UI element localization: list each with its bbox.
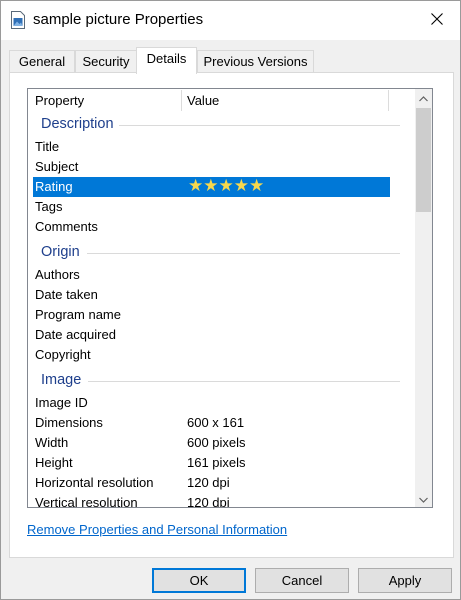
list-header: Property Value xyxy=(28,89,416,113)
property-row-subject[interactable]: Subject xyxy=(33,157,389,177)
property-name: Dimensions xyxy=(35,415,103,430)
group-label: Origin xyxy=(41,244,80,260)
vertical-scrollbar[interactable] xyxy=(415,89,432,507)
property-value: 600 x 161 xyxy=(187,415,245,430)
property-row-date-acquired[interactable]: Date acquired xyxy=(33,325,389,345)
property-row-title[interactable]: Title xyxy=(33,137,389,157)
property-row-tags[interactable]: Tags xyxy=(33,197,389,217)
property-name: Tags xyxy=(35,199,63,214)
property-name: Copyright xyxy=(35,347,91,362)
apply-button[interactable]: Apply xyxy=(358,568,452,593)
property-value: 120 dpi xyxy=(187,475,230,490)
property-row-copyright[interactable]: Copyright xyxy=(33,345,389,365)
group-label: Description xyxy=(41,116,114,132)
column-divider[interactable] xyxy=(181,90,182,111)
property-row-date-taken[interactable]: Date taken xyxy=(33,285,389,305)
property-list[interactable]: Property Value Description Title Subject… xyxy=(27,88,433,508)
property-value: 600 pixels xyxy=(187,435,246,450)
property-name: Program name xyxy=(35,307,121,322)
rating-stars[interactable]: ★★★★★ xyxy=(188,176,264,196)
star-icon[interactable]: ★ xyxy=(219,176,234,195)
column-header-property[interactable]: Property xyxy=(35,93,84,108)
property-row-authors[interactable]: Authors xyxy=(33,265,389,285)
property-row-horizontal-resolution[interactable]: Horizontal resolution 120 dpi xyxy=(33,473,389,493)
tab-details[interactable]: Details xyxy=(136,47,197,74)
properties-dialog: sample picture Properties General Securi… xyxy=(0,0,461,600)
cancel-button[interactable]: Cancel xyxy=(255,568,349,593)
property-name: Authors xyxy=(35,267,80,282)
property-row-height[interactable]: Height 161 pixels xyxy=(33,453,389,473)
property-name: Width xyxy=(35,435,69,450)
chevron-up-icon xyxy=(419,90,428,105)
tab-general[interactable]: General xyxy=(9,50,75,73)
group-label: Image xyxy=(41,372,82,388)
column-divider[interactable] xyxy=(388,90,389,111)
group-header-description: Description xyxy=(28,114,416,136)
group-divider xyxy=(87,253,400,254)
property-value: 161 pixels xyxy=(187,455,246,470)
property-row-width[interactable]: Width 600 pixels xyxy=(33,433,389,453)
close-icon xyxy=(431,13,443,28)
property-name: Title xyxy=(35,139,60,154)
star-icon[interactable]: ★ xyxy=(249,176,264,195)
tab-strip: General Security Details Previous Versio… xyxy=(9,47,454,74)
scroll-down-button[interactable] xyxy=(415,490,432,507)
title-bar: sample picture Properties xyxy=(1,1,460,40)
tab-previous-versions[interactable]: Previous Versions xyxy=(197,50,314,73)
property-name: Comments xyxy=(35,219,98,234)
ok-button[interactable]: OK xyxy=(152,568,246,593)
property-name: Vertical resolution xyxy=(35,495,138,508)
property-name: Date acquired xyxy=(35,327,116,342)
group-divider xyxy=(119,125,400,126)
picture-file-icon xyxy=(11,11,25,29)
close-button[interactable] xyxy=(414,1,460,40)
window-title: sample picture Properties xyxy=(33,11,204,28)
property-name: Horizontal resolution xyxy=(35,475,154,490)
property-value: 120 dpi xyxy=(187,495,230,508)
scroll-up-button[interactable] xyxy=(415,89,432,106)
tab-security[interactable]: Security xyxy=(75,50,137,73)
property-name: Height xyxy=(35,455,73,470)
property-name: Date taken xyxy=(35,287,98,302)
chevron-down-icon xyxy=(419,491,428,506)
star-icon[interactable]: ★ xyxy=(188,176,203,195)
star-icon[interactable]: ★ xyxy=(203,176,218,195)
property-row-image-id[interactable]: Image ID xyxy=(33,393,389,413)
property-name: Subject xyxy=(35,159,79,174)
property-row-vertical-resolution[interactable]: Vertical resolution 120 dpi xyxy=(33,493,389,508)
star-icon[interactable]: ★ xyxy=(234,176,249,195)
group-divider xyxy=(88,381,400,382)
details-panel: Property Value Description Title Subject… xyxy=(9,72,454,558)
scrollbar-thumb[interactable] xyxy=(416,108,431,212)
property-name: Image ID xyxy=(35,395,88,410)
remove-properties-link[interactable]: Remove Properties and Personal Informati… xyxy=(27,522,287,537)
group-header-origin: Origin xyxy=(28,242,416,264)
group-header-image: Image xyxy=(28,370,416,392)
property-name: Rating xyxy=(35,179,73,194)
property-row-comments[interactable]: Comments xyxy=(33,217,389,237)
property-row-program-name[interactable]: Program name xyxy=(33,305,389,325)
property-row-rating[interactable]: Rating ★★★★★ xyxy=(33,176,390,197)
column-header-value[interactable]: Value xyxy=(187,93,219,108)
property-row-dimensions[interactable]: Dimensions 600 x 161 xyxy=(33,413,389,433)
